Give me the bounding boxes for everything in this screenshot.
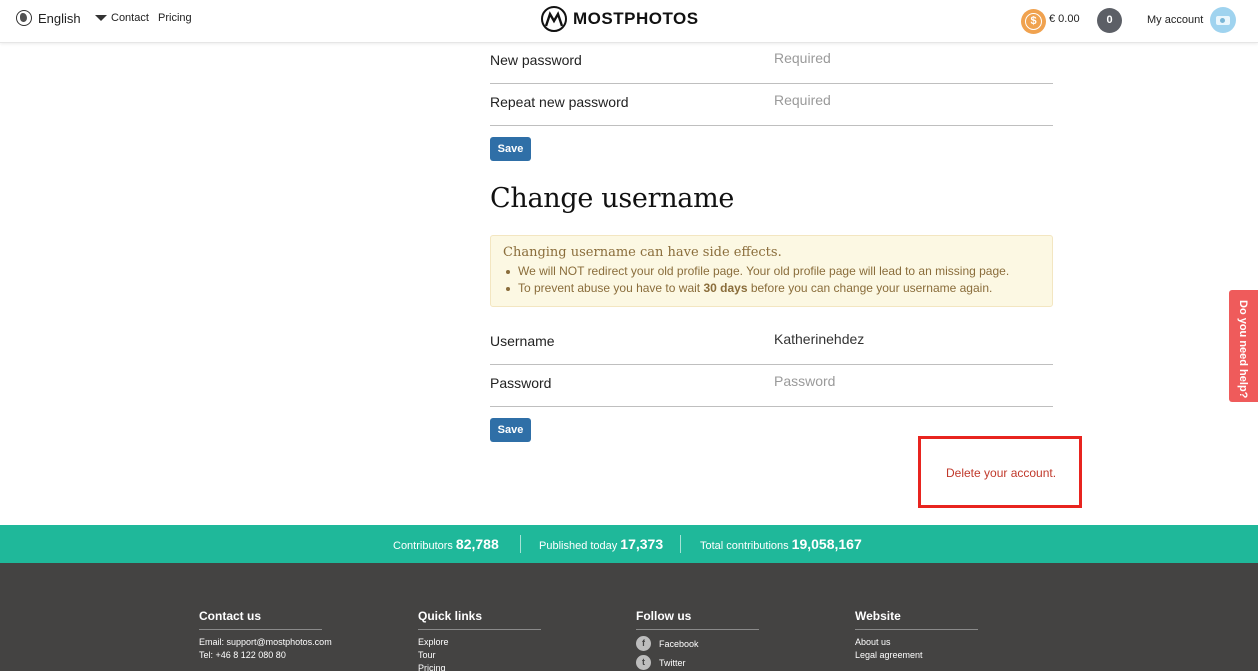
new-password-label: New password bbox=[490, 52, 582, 68]
site-logo[interactable]: MOSTPHOTOS bbox=[541, 6, 699, 32]
avatar[interactable] bbox=[1210, 7, 1236, 33]
logo-text: MOSTPHOTOS bbox=[573, 9, 699, 28]
repeat-password-label: Repeat new password bbox=[490, 94, 629, 110]
credit-balance[interactable]: € 0.00 bbox=[1049, 13, 1080, 25]
username-password-label: Password bbox=[490, 375, 552, 391]
nav-contact-link[interactable]: Contact bbox=[111, 12, 149, 24]
warning-item: To prevent abuse you have to wait 30 day… bbox=[503, 280, 1040, 297]
site-header: English Contact Pricing MOSTPHOTOS $ € 0… bbox=[0, 0, 1258, 43]
stat-divider bbox=[680, 535, 681, 553]
help-tab-label: Do you need help? bbox=[1237, 300, 1249, 399]
twitter-icon: t bbox=[636, 655, 651, 670]
warning-list: We will NOT redirect your old profile pa… bbox=[503, 263, 1040, 297]
language-selector[interactable]: English bbox=[16, 10, 107, 26]
footer-link-explore[interactable]: Explore bbox=[418, 637, 449, 647]
credits-coin-icon[interactable]: $ bbox=[1021, 9, 1046, 34]
stats-bar: Contributors 82,788 Published today 17,373… bbox=[0, 525, 1258, 563]
footer-follow-heading: Follow us bbox=[636, 609, 759, 630]
nav-pricing-link[interactable]: Pricing bbox=[158, 12, 192, 24]
chevron-down-icon bbox=[94, 15, 107, 21]
new-password-input[interactable] bbox=[774, 50, 1044, 66]
delete-account-link[interactable]: Delete your account. bbox=[946, 466, 1056, 480]
footer-twitter-link[interactable]: t Twitter bbox=[636, 655, 686, 670]
footer-quick-links-heading: Quick links bbox=[418, 609, 541, 630]
footer-tel: Tel: +46 8 122 080 80 bbox=[199, 650, 286, 660]
username-password-input[interactable] bbox=[774, 373, 1044, 389]
my-account-link[interactable]: My account bbox=[1147, 14, 1203, 26]
username-input[interactable] bbox=[774, 331, 1044, 347]
repeat-password-row: Repeat new password bbox=[490, 84, 1053, 126]
language-label: English bbox=[38, 10, 81, 26]
footer-facebook-link[interactable]: f Facebook bbox=[636, 636, 699, 651]
footer-website-heading: Website bbox=[855, 609, 978, 630]
stat-published-today: Published today 17,373 bbox=[539, 536, 664, 552]
help-tab[interactable]: Do you need help? bbox=[1229, 290, 1258, 402]
footer-email[interactable]: Email: support@mostphotos.com bbox=[199, 637, 332, 647]
username-row: Username bbox=[490, 323, 1053, 365]
footer-contact-heading: Contact us bbox=[199, 609, 322, 630]
cart-count-badge[interactable]: 0 bbox=[1097, 8, 1122, 33]
stat-divider bbox=[520, 535, 521, 553]
stat-contributors: Contributors 82,788 bbox=[393, 536, 499, 552]
footer-link-about[interactable]: About us bbox=[855, 637, 891, 647]
logo-icon bbox=[541, 6, 567, 32]
globe-icon bbox=[16, 10, 32, 26]
username-label: Username bbox=[490, 333, 555, 349]
warning-item: We will NOT redirect your old profile pa… bbox=[503, 263, 1040, 280]
footer-link-tour[interactable]: Tour bbox=[418, 650, 436, 660]
facebook-icon: f bbox=[636, 636, 651, 651]
footer-link-legal[interactable]: Legal agreement bbox=[855, 650, 923, 660]
stat-total-contributions: Total contributions 19,058,167 bbox=[700, 536, 862, 552]
username-password-row: Password bbox=[490, 365, 1053, 407]
site-footer: Contact us Email: support@mostphotos.com… bbox=[0, 563, 1258, 671]
warning-title: Changing username can have side effects. bbox=[503, 245, 782, 260]
footer-link-pricing[interactable]: Pricing bbox=[418, 663, 446, 671]
save-username-button[interactable]: Save bbox=[490, 418, 531, 442]
change-username-title: Change username bbox=[490, 183, 735, 214]
save-password-button[interactable]: Save bbox=[490, 137, 531, 161]
new-password-row: New password bbox=[490, 42, 1053, 84]
username-warning-alert: Changing username can have side effects.… bbox=[490, 235, 1053, 307]
repeat-password-input[interactable] bbox=[774, 92, 1044, 108]
